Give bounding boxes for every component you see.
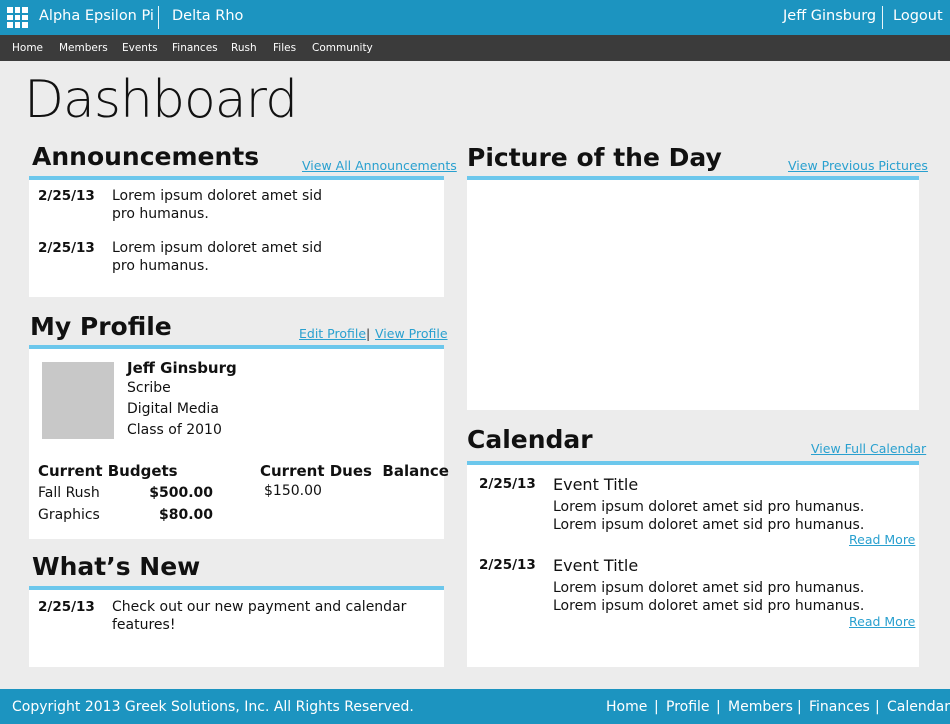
budget-label: Graphics [38, 507, 100, 523]
news-text[interactable]: Check out our new payment and calendar f… [112, 598, 406, 634]
calendar-heading: Calendar [467, 425, 593, 454]
event-date: 2/25/13 [479, 476, 536, 492]
footer-link-profile[interactable]: Profile [666, 699, 710, 715]
top-bar: Alpha Epsilon Pi Delta Rho Jeff Ginsburg… [0, 0, 950, 35]
view-previous-pictures-link[interactable]: View Previous Pictures [788, 158, 928, 173]
main-nav: Home Members Events Finances Rush Files … [0, 35, 950, 61]
footer: Copyright 2013 Greek Solutions, Inc. All… [0, 689, 950, 724]
announcements-heading: Announcements [32, 142, 260, 171]
chapter-name[interactable]: Delta Rho [172, 8, 243, 24]
event-title[interactable]: Event Title [553, 475, 638, 494]
footer-link-members[interactable]: Members [728, 699, 793, 715]
announcement-text[interactable]: Lorem ipsum doloret amet sid pro humanus… [112, 187, 322, 223]
budget-value: $80.00 [158, 507, 213, 523]
my-profile-heading: My Profile [30, 312, 172, 341]
event-description: Lorem ipsum doloret amet sid pro humanus… [553, 580, 865, 614]
profile-name: Jeff Ginsburg [127, 359, 237, 377]
picture-panel[interactable] [467, 180, 919, 410]
nav-files[interactable]: Files [273, 42, 296, 54]
footer-link-finances[interactable]: Finances [809, 699, 870, 715]
edit-profile-link[interactable]: Edit Profile [299, 326, 366, 341]
event-date: 2/25/13 [479, 557, 536, 573]
avatar[interactable] [42, 362, 114, 439]
nav-home[interactable]: Home [12, 42, 43, 54]
picture-heading: Picture of the Day [467, 143, 722, 172]
nav-finances[interactable]: Finances [172, 42, 218, 54]
link-separator: | [366, 326, 371, 341]
org-name[interactable]: Alpha Epsilon Pi [39, 8, 154, 24]
calendar-panel: 2/25/13 Event Title Lorem ipsum doloret … [467, 465, 919, 667]
divider [158, 6, 159, 29]
footer-separator: | [716, 699, 721, 715]
nav-events[interactable]: Events [122, 42, 158, 54]
dues-heading: Current Dues Balance [260, 462, 449, 480]
announcement-date: 2/25/13 [38, 188, 95, 204]
budgets-heading: Current Budgets [38, 462, 178, 480]
page-title: Dashboard [24, 70, 298, 130]
event-description: Lorem ipsum doloret amet sid pro humanus… [553, 499, 865, 533]
user-name[interactable]: Jeff Ginsburg [783, 8, 876, 24]
footer-separator: | [875, 699, 880, 715]
whats-new-panel: 2/25/13 Check out our new payment and ca… [29, 590, 444, 667]
dues-value: $150.00 [264, 483, 322, 499]
logout-link[interactable]: Logout [893, 8, 943, 24]
profile-class: Class of 2010 [127, 422, 222, 438]
budget-value: $500.00 [149, 485, 213, 501]
footer-separator: | [654, 699, 659, 715]
footer-link-calendar[interactable]: Calendar [887, 699, 950, 715]
news-date: 2/25/13 [38, 599, 95, 615]
budget-label: Fall Rush [38, 485, 100, 501]
nav-community[interactable]: Community [312, 42, 373, 54]
event-title[interactable]: Event Title [553, 556, 638, 575]
view-profile-link[interactable]: View Profile [375, 326, 448, 341]
read-more-link[interactable]: Read More [849, 532, 915, 547]
view-full-calendar-link[interactable]: View Full Calendar [811, 441, 926, 456]
copyright: Copyright 2013 Greek Solutions, Inc. All… [12, 699, 414, 715]
read-more-link[interactable]: Read More [849, 614, 915, 629]
footer-link-home[interactable]: Home [606, 699, 647, 715]
footer-separator: | [797, 699, 802, 715]
nav-rush[interactable]: Rush [231, 42, 257, 54]
announcements-panel: 2/25/13 Lorem ipsum doloret amet sid pro… [29, 180, 444, 297]
profile-role: Scribe [127, 380, 171, 396]
announcement-date: 2/25/13 [38, 240, 95, 256]
divider [882, 6, 883, 29]
announcement-text[interactable]: Lorem ipsum doloret amet sid pro humanus… [112, 239, 322, 275]
profile-panel: Jeff Ginsburg Scribe Digital Media Class… [29, 349, 449, 539]
nav-members[interactable]: Members [59, 42, 108, 54]
app-grid-icon[interactable] [7, 7, 28, 28]
profile-major: Digital Media [127, 401, 219, 417]
whats-new-heading: What’s New [32, 552, 201, 581]
view-all-announcements-link[interactable]: View All Announcements [302, 158, 457, 173]
